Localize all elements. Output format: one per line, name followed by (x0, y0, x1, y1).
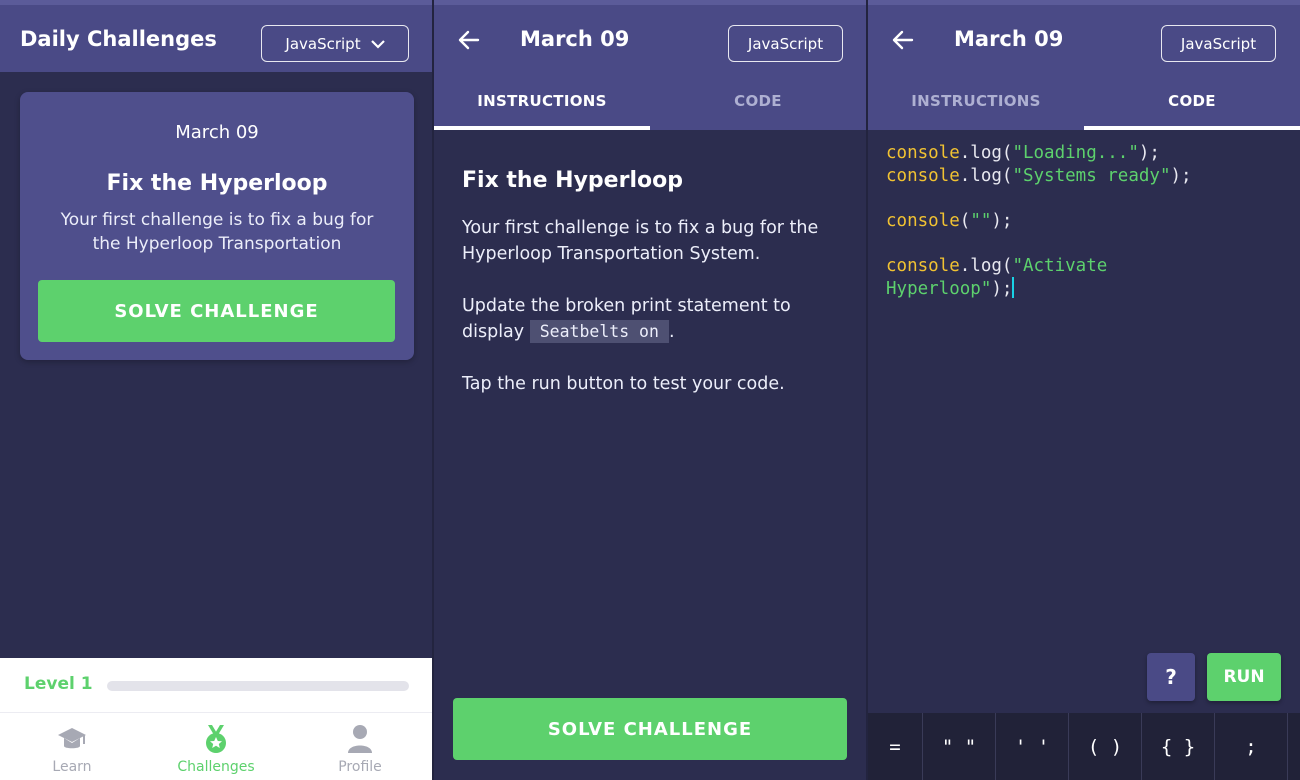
bottom-nav: Learn Challenges Profile (0, 712, 432, 780)
solve-challenge-button[interactable]: SOLVE CHALLENGE (453, 698, 847, 760)
level-label: Level 1 (24, 674, 93, 694)
level-progress: Level 1 (0, 658, 432, 712)
code-token: .log( (959, 143, 1013, 163)
graduation-cap-icon (58, 728, 86, 749)
nav-label-profile: Profile (338, 759, 382, 775)
key-double-quotes[interactable]: " " (923, 713, 996, 780)
medal-icon (206, 725, 226, 753)
code-token: ); (1138, 143, 1160, 163)
code-token: .log( (959, 165, 1013, 186)
nav-item-learn[interactable]: Learn (0, 713, 144, 780)
page-title: Daily Challenges (20, 27, 217, 51)
key-semicolon[interactable]: ; (1215, 713, 1288, 780)
code-token: ); (991, 210, 1013, 231)
challenge-title: Fix the Hyperloop (462, 168, 683, 193)
page-title: March 09 (520, 27, 630, 51)
nav-label-challenges: Challenges (177, 759, 255, 775)
code-token: .log( (959, 255, 1013, 276)
instructions-paragraph: Your first challenge is to fix a bug for… (462, 218, 819, 264)
code-token: "" (970, 210, 992, 231)
key-single-quotes[interactable]: ' ' (996, 713, 1069, 780)
language-label: JavaScript (285, 34, 361, 53)
tab-bar: INSTRUCTIONS CODE (868, 72, 1300, 130)
inline-code: Seatbelts on (529, 320, 669, 343)
code-token: "Loading..." (1012, 143, 1139, 163)
key-parentheses[interactable]: ( ) (1069, 713, 1142, 780)
help-button[interactable]: ? (1147, 653, 1195, 701)
key-plus[interactable]: + (1288, 713, 1300, 780)
key-braces[interactable]: { } (1142, 713, 1215, 780)
back-arrow-icon[interactable] (890, 27, 916, 53)
code-token: ( (959, 210, 971, 231)
chevron-down-icon (370, 39, 385, 49)
app-header: March 09 JavaScript (434, 0, 866, 72)
language-button[interactable]: JavaScript (728, 25, 843, 62)
instructions-paragraph: Update the broken print statement to dis… (462, 293, 836, 345)
instructions-paragraph: Tap the run button to test your code. (462, 374, 785, 394)
challenge-title: Fix the Hyperloop (106, 171, 328, 196)
instructions-content: Fix the Hyperloop Your first challenge i… (462, 168, 836, 423)
language-dropdown[interactable]: JavaScript (261, 25, 409, 62)
back-arrow-icon[interactable] (456, 27, 482, 53)
code-token: "Systems ready" (1012, 165, 1171, 186)
symbol-keyboard-bar: = " " ' ' ( ) { } ; + (868, 713, 1300, 780)
code-token: console (886, 165, 960, 186)
code-token: ); (991, 279, 1013, 299)
code-token: console (886, 143, 960, 163)
tab-instructions[interactable]: INSTRUCTIONS (434, 72, 650, 130)
code-token: "Activate (1012, 255, 1108, 276)
code-token: ); (1170, 165, 1192, 186)
level-progress-track (107, 681, 409, 691)
person-icon (348, 725, 372, 753)
code-editor-screen: March 09 JavaScript INSTRUCTIONS CODE co… (868, 0, 1300, 780)
app-header: Daily Challenges JavaScript (0, 0, 432, 72)
challenge-card: March 09 Fix the Hyperloop Your first ch… (20, 92, 414, 360)
tab-code[interactable]: CODE (1084, 72, 1300, 130)
language-label: JavaScript (747, 34, 824, 53)
solve-challenge-button[interactable]: SOLVE CHALLENGE (38, 280, 395, 342)
tab-instructions[interactable]: INSTRUCTIONS (868, 72, 1084, 130)
code-token: console (886, 255, 960, 276)
text-cursor (1012, 277, 1015, 298)
app-header: March 09 JavaScript (868, 0, 1300, 72)
run-button[interactable]: RUN (1207, 653, 1281, 701)
instructions-screen: March 09 JavaScript INSTRUCTIONS CODE Fi… (434, 0, 866, 780)
tab-code[interactable]: CODE (650, 72, 866, 130)
nav-item-profile[interactable]: Profile (288, 713, 432, 780)
challenge-description: Your first challenge is to fix a bug for… (60, 210, 374, 254)
language-label: JavaScript (1180, 34, 1257, 53)
daily-challenges-screen: Daily Challenges JavaScript March 09 Fix… (0, 0, 432, 780)
challenge-date: March 09 (175, 122, 259, 143)
code-token: Hyperloop" (886, 279, 992, 299)
nav-item-challenges[interactable]: Challenges (144, 713, 288, 780)
code-editor[interactable]: console.log("Loading..."); console.log("… (886, 142, 1192, 301)
instructions-text: . (668, 322, 675, 342)
language-button[interactable]: JavaScript (1161, 25, 1276, 62)
page-title: March 09 (954, 27, 1064, 51)
nav-label-learn: Learn (52, 759, 92, 775)
tab-bar: INSTRUCTIONS CODE (434, 72, 866, 130)
key-equals[interactable]: = (868, 713, 923, 780)
code-token: console (886, 210, 960, 231)
